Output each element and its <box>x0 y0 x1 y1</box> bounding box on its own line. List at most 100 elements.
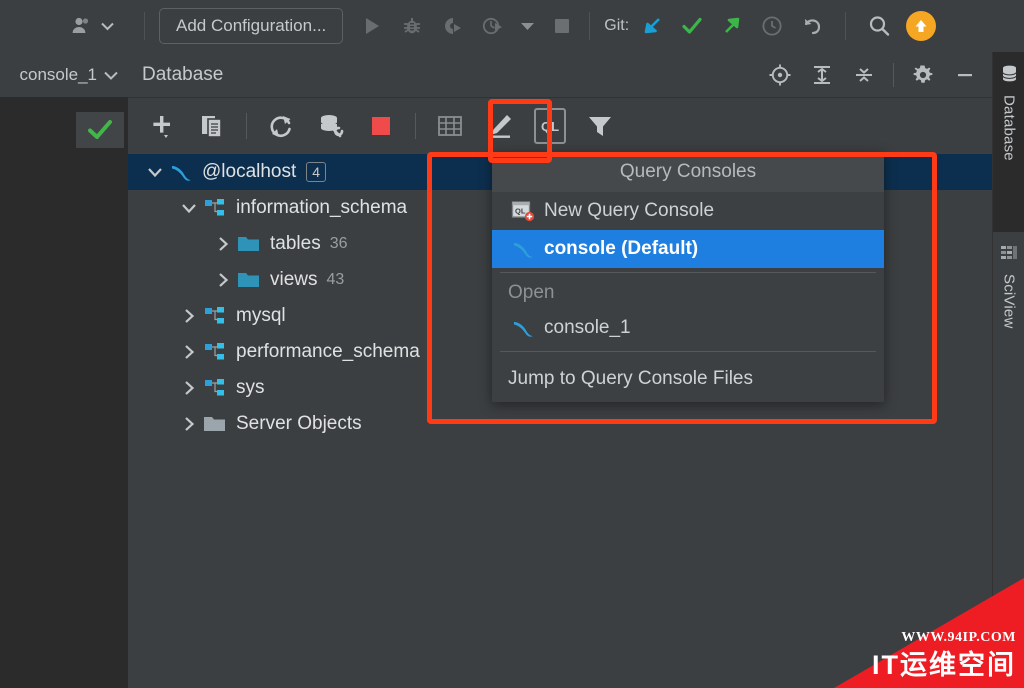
tree-label: mysql <box>236 305 286 326</box>
refresh-sync-icon[interactable] <box>265 110 297 142</box>
collapse-all-icon[interactable] <box>851 62 877 88</box>
mysql-console-icon <box>508 238 538 260</box>
duplicate-icon[interactable] <box>196 110 228 142</box>
editor-tab-label: console_1 <box>19 64 97 84</box>
toolbar-divider <box>589 12 591 40</box>
query-consoles-menu: Query Consoles QL New Query Console cons… <box>492 152 884 402</box>
new-query-console-icon: QL <box>508 200 538 222</box>
tree-label: tables <box>270 233 321 254</box>
push-arrow-icon[interactable] <box>719 13 745 39</box>
user-avatar-button[interactable] <box>68 13 114 39</box>
scroll-from-source-icon[interactable] <box>767 62 793 88</box>
menu-divider <box>500 272 876 273</box>
tree-row[interactable]: Server Objects <box>128 406 992 442</box>
panel-header-actions <box>767 62 992 88</box>
chevron-expanded-icon[interactable] <box>176 203 202 214</box>
tree-label: information_schema <box>236 197 408 218</box>
menu-item-new-query-console[interactable]: QL New Query Console <box>492 192 884 230</box>
main-toolbar: Add Configuration... Git: <box>0 0 1024 52</box>
chevron-collapsed-icon[interactable] <box>176 308 202 324</box>
commit-checkmark-icon[interactable] <box>679 13 705 39</box>
tree-label: Server Objects <box>236 413 362 434</box>
editor-tab-console_1[interactable]: console_1 <box>19 65 128 85</box>
menu-item-jump-to-query-console-files[interactable]: Jump to Query Console Files <box>492 356 884 402</box>
sidebar-item-label: Database <box>1000 95 1018 161</box>
database-toolbar: QL <box>128 98 992 154</box>
schema-icon <box>202 198 228 218</box>
chevron-collapsed-icon[interactable] <box>176 380 202 396</box>
query-console-ql-icon[interactable]: QL <box>534 108 566 144</box>
editor-area: console_1 <box>0 52 128 688</box>
toolbar-divider <box>415 113 416 139</box>
sidebar-item-sciview[interactable]: SciView <box>993 232 1024 392</box>
sidebar-item-database[interactable]: Database <box>993 52 1024 232</box>
update-project-arrow-icon[interactable] <box>639 13 665 39</box>
git-controls-group <box>639 11 937 41</box>
git-label: Git: <box>604 17 630 34</box>
sidebar-item-label: SciView <box>1000 274 1018 329</box>
minimize-panel-icon[interactable] <box>952 62 978 88</box>
schema-icon <box>202 342 228 362</box>
menu-item-console_1[interactable]: console_1 <box>492 309 884 347</box>
tree-label: @localhost <box>202 161 297 182</box>
toolbar-divider <box>246 113 247 139</box>
schema-icon <box>202 306 228 326</box>
profiler-icon[interactable] <box>479 13 505 39</box>
mysql-dolphin-icon <box>168 161 194 183</box>
item-count: 36 <box>329 235 348 252</box>
settings-gear-icon[interactable] <box>910 62 936 88</box>
stop-red-square-icon[interactable] <box>365 110 397 142</box>
green-checkmark-icon <box>76 112 124 148</box>
chevron-collapsed-icon[interactable] <box>176 344 202 360</box>
watermark: WWW.94IP.COM IT运维空间 <box>834 578 1024 688</box>
database-tools-icon[interactable] <box>315 110 347 142</box>
editor-tab-bar: console_1 <box>0 52 128 97</box>
run-controls-group <box>359 13 575 39</box>
gray-folder-icon <box>202 414 228 434</box>
add-configuration-button[interactable]: Add Configuration... <box>159 8 344 44</box>
folder-icon <box>236 270 262 290</box>
clock-history-icon[interactable] <box>759 13 785 39</box>
chevron-down-icon[interactable] <box>519 13 535 39</box>
menu-item-label: console_1 <box>544 317 631 338</box>
run-with-coverage-icon[interactable] <box>439 13 465 39</box>
folder-icon <box>236 234 262 254</box>
table-grid-icon[interactable] <box>434 110 466 142</box>
modify-pencil-icon[interactable] <box>484 110 516 142</box>
item-count: 43 <box>326 271 345 288</box>
sciview-grid-icon <box>1000 244 1018 267</box>
update-available-arrow-icon[interactable] <box>906 11 937 41</box>
toolbar-divider <box>845 12 847 40</box>
menu-title: Query Consoles <box>492 152 884 192</box>
filter-funnel-icon[interactable] <box>584 110 616 142</box>
menu-divider <box>500 351 876 352</box>
menu-item-label: New Query Console <box>544 200 715 221</box>
tree-label: sys <box>236 377 265 398</box>
tree-label: performance_schema <box>236 341 420 362</box>
tree-label: views <box>270 269 318 290</box>
database-cylinder-icon <box>1000 64 1019 88</box>
user-avatar-icon <box>68 13 94 39</box>
page-title: Database <box>142 63 224 85</box>
debug-bug-icon[interactable] <box>399 13 425 39</box>
stop-square-icon[interactable] <box>549 13 575 39</box>
chevron-down-icon[interactable] <box>104 65 118 85</box>
search-magnifier-icon[interactable] <box>866 13 892 39</box>
status-badge: 4 <box>306 162 327 182</box>
undo-arrow-icon[interactable] <box>799 13 825 39</box>
menu-group-open-label: Open <box>508 282 555 303</box>
menu-item-label: console (Default) <box>544 238 699 259</box>
mysql-console-icon <box>508 317 538 339</box>
chevron-collapsed-icon[interactable] <box>176 416 202 432</box>
expand-all-icon[interactable] <box>809 62 835 88</box>
chevron-collapsed-icon[interactable] <box>210 272 236 288</box>
chevron-expanded-icon[interactable] <box>142 167 168 178</box>
database-panel-header: Database <box>128 52 992 98</box>
run-play-icon[interactable] <box>359 13 385 39</box>
svg-text:QL: QL <box>515 207 526 216</box>
menu-item-console-default[interactable]: console (Default) <box>492 230 884 268</box>
add-data-source-icon[interactable] <box>146 110 178 142</box>
watermark-text: IT运维空间 <box>872 650 1016 680</box>
schema-icon <box>202 378 228 398</box>
chevron-collapsed-icon[interactable] <box>210 236 236 252</box>
